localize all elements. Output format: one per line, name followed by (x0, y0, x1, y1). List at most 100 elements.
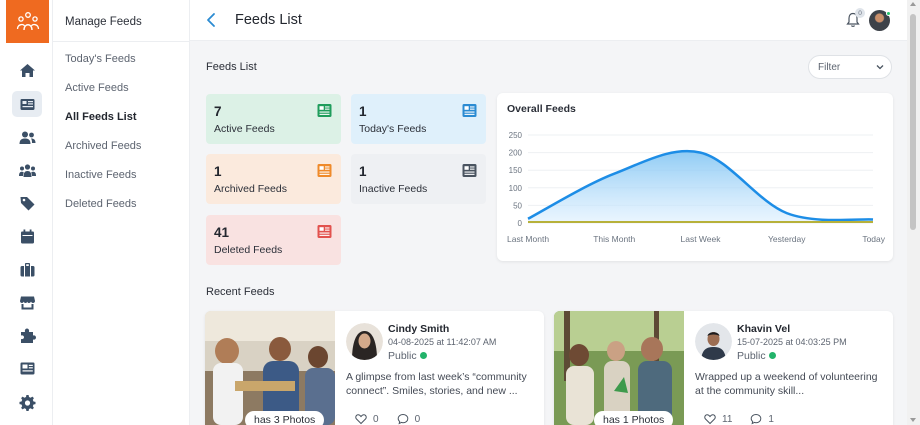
comment-count: 0 (414, 413, 421, 425)
y-tick-label: 200 (509, 149, 523, 158)
feeds-list-label: Feeds List (206, 61, 257, 73)
back-arrow-icon[interactable] (204, 11, 218, 29)
settings-icon (19, 394, 35, 411)
logo-icon (16, 11, 39, 30)
filter-dropdown[interactable]: Filter (808, 55, 892, 79)
menu-item-inactive-feeds[interactable]: Inactive Feeds (65, 169, 137, 181)
groups-icon (18, 163, 36, 177)
page-scrollbar[interactable] (907, 0, 920, 425)
globe-icon (419, 352, 427, 359)
feed-photo[interactable] (554, 311, 684, 425)
menu-item-deleted-feeds[interactable]: Deleted Feeds (65, 198, 137, 210)
rail-button-home[interactable] (12, 57, 42, 83)
x-tick-label: Yesterday (768, 234, 806, 244)
rail-button-calendar[interactable] (12, 223, 42, 249)
x-tick-label: Today (862, 234, 885, 244)
rail-button-users[interactable] (12, 124, 42, 150)
x-tick-label: Last Week (680, 234, 721, 244)
menu-item-active-feeds[interactable]: Active Feeds (65, 82, 129, 94)
stat-label: Archived Feeds (214, 183, 287, 195)
stat-value: 1 (214, 164, 222, 179)
stat-value: 7 (214, 104, 222, 119)
photo-count-badge: has 1 Photos (594, 411, 674, 425)
feeds-icon (20, 98, 34, 110)
calendar-icon (20, 229, 34, 243)
like-count: 11 (722, 413, 733, 425)
post-text: Wrapped up a weekend of volunteering at … (695, 371, 878, 397)
feed-card[interactable]: has 1 Photos Khavin Vel 15-07-2025 at 04… (554, 311, 893, 425)
stat-card[interactable]: 1 Today's Feeds (351, 94, 486, 144)
post-stats: 11 1 (704, 413, 792, 425)
news-icon (20, 362, 34, 374)
briefcase-icon (20, 262, 34, 276)
x-tick-label: This Month (593, 234, 635, 244)
store-icon (19, 296, 35, 309)
stat-card[interactable]: 41 Deleted Feeds (206, 215, 341, 265)
home-icon (19, 63, 35, 77)
newspaper-icon (462, 104, 477, 117)
comment-icon[interactable] (750, 413, 762, 425)
visibility-label: Public (737, 350, 776, 362)
author-avatar (695, 323, 732, 360)
post-date: 15-07-2025 at 04:03:25 PM (737, 337, 847, 347)
stat-value: 1 (359, 164, 367, 179)
app: Manage Feeds Today's Feeds Active Feeds Al… (0, 0, 920, 425)
puzzle-icon (20, 328, 36, 343)
menu-title: Manage Feeds (65, 16, 142, 28)
top-bar: Feeds List 0 (190, 0, 907, 41)
scroll-thumb[interactable] (910, 14, 916, 230)
post-stats: 0 0 (355, 413, 438, 425)
heart-icon[interactable] (704, 413, 716, 425)
chart-plot: 0 50 100 150 200 250 Last Month This Month Last … (507, 131, 886, 244)
post-text: A glimpse from last week’s “community co… (346, 371, 527, 397)
chevron-down-icon (876, 65, 884, 70)
stat-value: 41 (214, 225, 230, 240)
heart-icon[interactable] (355, 413, 367, 425)
author-avatar (346, 323, 383, 360)
rail-button-puzzle[interactable] (12, 322, 42, 348)
author-name[interactable]: Khavin Vel (737, 323, 790, 335)
rail-button-briefcase[interactable] (12, 256, 42, 282)
tags-icon (20, 196, 34, 210)
rail-button-groups[interactable] (12, 157, 42, 183)
y-tick-label: 50 (513, 201, 522, 210)
scroll-down-icon[interactable] (910, 418, 916, 422)
stat-label: Today's Feeds (359, 123, 427, 135)
photo-count-badge: has 3 Photos (245, 411, 325, 425)
scroll-up-icon[interactable] (910, 2, 916, 6)
rail-button-news[interactable] (12, 355, 42, 381)
stat-value: 1 (359, 104, 367, 119)
menu-divider (53, 41, 190, 42)
menu-item-archived-feeds[interactable]: Archived Feeds (65, 140, 141, 152)
feed-card[interactable]: has 3 Photos Cindy Smith 04-08-2025 at 1… (205, 311, 544, 425)
rail-button-feeds[interactable] (12, 91, 42, 117)
newspaper-icon (317, 104, 332, 117)
newspaper-icon (317, 164, 332, 177)
notification-badge: 0 (855, 8, 865, 18)
stat-card[interactable]: 7 Active Feeds (206, 94, 341, 144)
users-icon (19, 131, 35, 144)
stat-card[interactable]: 1 Archived Feeds (206, 154, 341, 204)
filter-label: Filter (818, 62, 841, 73)
newspaper-icon (317, 225, 332, 238)
menu-item-today-s-feeds[interactable]: Today's Feeds (65, 53, 136, 65)
author-name[interactable]: Cindy Smith (388, 323, 449, 335)
post-date: 04-08-2025 at 11:42:07 AM (388, 337, 497, 347)
page-title: Feeds List (235, 12, 302, 28)
stat-card[interactable]: 1 Inactive Feeds (351, 154, 486, 204)
online-status-dot (886, 11, 891, 16)
rail-button-store[interactable] (12, 289, 42, 315)
app-logo[interactable] (6, 0, 49, 43)
y-tick-label: 250 (509, 131, 523, 140)
stat-label: Active Feeds (214, 123, 275, 135)
stat-label: Deleted Feeds (214, 244, 283, 256)
x-tick-label: Last Month (507, 234, 549, 244)
rail-button-tags[interactable] (12, 190, 42, 216)
y-tick-label: 150 (509, 166, 523, 175)
comment-icon[interactable] (397, 413, 409, 425)
recent-feeds-label: Recent Feeds (206, 286, 275, 298)
menu-item-all-feeds-list[interactable]: All Feeds List (65, 111, 137, 123)
icon-rail (0, 0, 53, 425)
feed-photo[interactable] (205, 311, 335, 425)
rail-button-settings[interactable] (12, 389, 42, 415)
